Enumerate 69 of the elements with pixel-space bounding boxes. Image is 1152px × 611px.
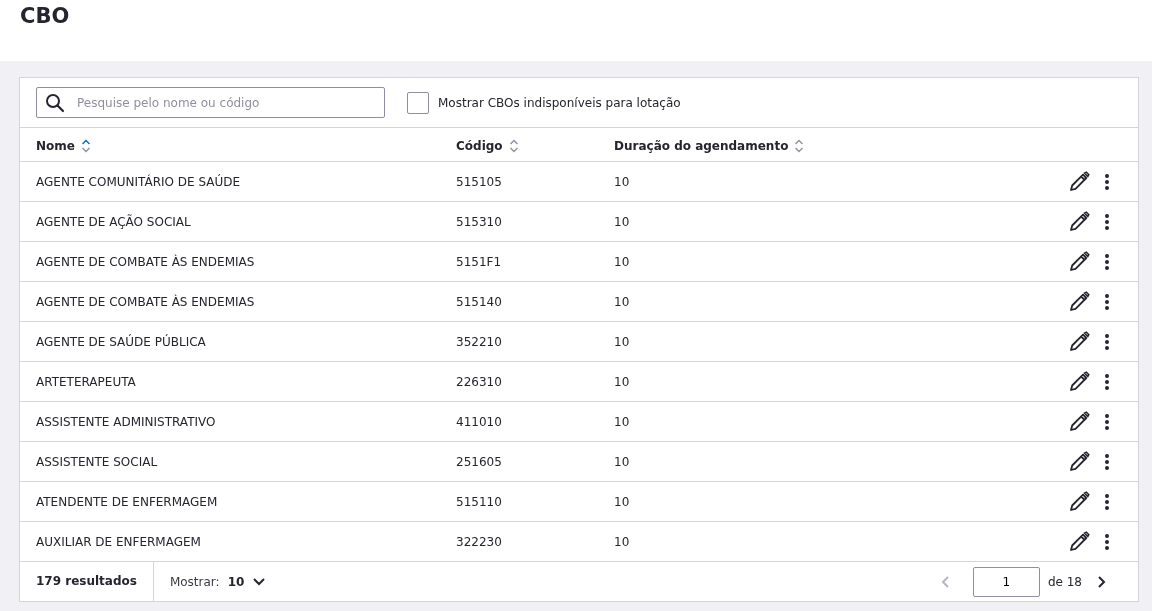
more-options-button[interactable] — [1104, 412, 1110, 431]
page-input[interactable]: 1 — [972, 566, 1040, 597]
chevron-right-icon — [1096, 574, 1106, 589]
table-cell-text: 515140 — [456, 294, 503, 309]
edit-button[interactable] — [1068, 410, 1090, 433]
table-cell-text: 10 — [614, 334, 631, 349]
more-options-button[interactable] — [1104, 212, 1110, 231]
table-cell-text: 352210 — [456, 334, 503, 349]
table-cell-text: AGENTE DE COMBATE ÀS ENDEMIAS — [36, 254, 256, 269]
table-cell-text: 411010 — [456, 414, 503, 429]
table-cell-text: 251605 — [456, 454, 503, 469]
table-cell-text: 10 — [614, 534, 631, 549]
table-cell-text: 10 — [614, 374, 631, 389]
page-size-select[interactable]: 10 — [227, 574, 267, 589]
table-cell-text: ATENDENTE DE ENFERMAGEM — [36, 494, 219, 509]
table-cell-text: ASSISTENTE ADMINISTRATIVO — [36, 414, 217, 429]
column-header[interactable]: Nome — [36, 138, 91, 154]
edit-button[interactable] — [1068, 530, 1090, 553]
edit-button[interactable] — [1068, 290, 1090, 313]
sort-icon — [794, 138, 805, 154]
more-options-button[interactable] — [1104, 252, 1110, 271]
table-cell-text: AGENTE DE COMBATE ÀS ENDEMIAS — [36, 294, 256, 309]
table-cell-text: 515110 — [456, 494, 503, 509]
edit-button[interactable] — [1068, 210, 1090, 233]
page-size-label: Mostrar: — [169, 574, 220, 589]
edit-button[interactable] — [1068, 330, 1090, 353]
more-options-button[interactable] — [1104, 172, 1110, 191]
table-cell-text: 10 — [614, 214, 631, 229]
table-cell-text: 226310 — [456, 374, 503, 389]
checkbox[interactable] — [407, 91, 429, 114]
table-cell-text: ASSISTENTE SOCIAL — [36, 454, 159, 469]
table-cell-text: AGENTE COMUNITÁRIO DE SAÚDE — [36, 174, 242, 189]
table-cell-text: AGENTE DE SAÚDE PÚBLICA — [36, 334, 207, 349]
table-cell-text: 10 — [614, 174, 631, 189]
more-options-button[interactable] — [1104, 332, 1110, 351]
table-cell-text: 515310 — [456, 214, 503, 229]
more-options-button[interactable] — [1104, 292, 1110, 311]
chevron-down-icon — [252, 576, 267, 587]
table-cell-text: 10 — [614, 254, 631, 269]
search-icon — [45, 93, 65, 113]
column-header[interactable]: Duração do agendamento — [614, 138, 805, 154]
edit-button[interactable] — [1068, 370, 1090, 393]
table-cell-text: 322230 — [456, 534, 503, 549]
page-title: CBO — [20, 3, 70, 28]
more-options-button[interactable] — [1104, 532, 1110, 551]
checkbox-label: Mostrar CBOs indisponíveis para lotação — [438, 95, 681, 110]
table-cell-text: 10 — [614, 494, 631, 509]
table-cell-text: 10 — [614, 294, 631, 309]
more-options-button[interactable] — [1104, 372, 1110, 391]
table-cell-text: 5151F1 — [456, 254, 503, 269]
column-header[interactable]: Código — [456, 138, 519, 154]
table-cell-text: 515105 — [456, 174, 503, 189]
page-count: de 18 — [1047, 574, 1082, 589]
table-cell-text: ARTETERAPEUTA — [36, 374, 137, 389]
sort-icon — [508, 138, 519, 154]
edit-button[interactable] — [1068, 170, 1090, 193]
more-options-button[interactable] — [1104, 452, 1110, 471]
results-count: 179 resultados — [20, 562, 154, 601]
edit-button[interactable] — [1068, 490, 1090, 513]
edit-button[interactable] — [1068, 450, 1090, 473]
table-cell-text: AUXILIAR DE ENFERMAGEM — [36, 534, 202, 549]
search-field[interactable]: Pesquise pelo nome ou código — [36, 87, 385, 118]
sort-icon — [80, 138, 91, 154]
table-cell-text: AGENTE DE AÇÃO SOCIAL — [36, 214, 192, 229]
chevron-left-icon — [940, 574, 951, 589]
more-options-button[interactable] — [1104, 492, 1110, 511]
edit-button[interactable] — [1068, 250, 1090, 273]
table-cell-text: 10 — [614, 454, 631, 469]
table-cell-text: 10 — [614, 414, 631, 429]
